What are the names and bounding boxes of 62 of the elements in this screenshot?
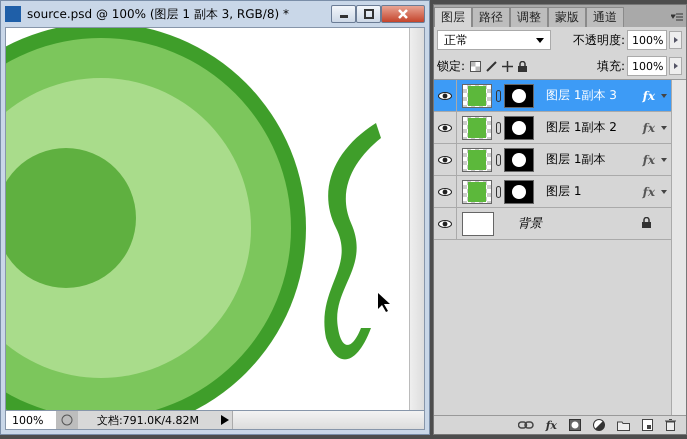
layer-name: 图层 1副本 3 [546,87,617,104]
layer-name: 图层 1 [546,183,582,200]
layer-thumbnail [462,180,492,204]
panel-tab[interactable]: 蒙版 [548,7,586,27]
horizontal-scrollbar[interactable] [232,411,424,429]
document-size: 文档:791.0K/4.82M [96,412,200,428]
panel-tab[interactable]: 路径 [472,7,510,27]
layer-thumbnail [462,116,492,140]
lock-icon[interactable] [518,60,528,72]
layer-thumbnail [462,212,494,236]
fill-field[interactable]: 100% [627,56,667,76]
layer-row[interactable]: 图层 1副本 2 fx [434,112,671,144]
layer-thumbnail [462,84,492,108]
lock-label: 锁定: [437,58,466,74]
panel-tab[interactable]: 调整 [510,7,548,27]
move-icon[interactable] [502,60,514,72]
effects-button[interactable]: fx [546,418,557,432]
opacity-field[interactable]: 100% [627,30,667,50]
zoom-level[interactable]: 100% [6,411,56,429]
link-icon[interactable] [518,421,534,429]
folder-icon[interactable] [617,420,630,430]
layer-thumbnail [462,148,492,172]
blend-mode-dropdown[interactable]: 正常 [437,30,551,50]
trash-icon[interactable] [665,419,676,431]
caret-icon [536,38,544,42]
effects-label[interactable]: fx [642,184,655,198]
maximize-icon [364,9,374,19]
fill-slider-button[interactable] [669,57,682,75]
panel-tab[interactable]: 通道 [586,7,624,27]
triangle-icon [674,63,678,69]
close-icon [397,9,409,19]
adjustment-icon[interactable] [593,419,605,431]
effects-label[interactable]: fx [642,120,655,134]
fill-label: 填充: [596,58,625,74]
triangle-icon [674,37,678,43]
layer-row[interactable]: 图层 1副本 fx [434,144,671,176]
mask-thumbnail [504,180,534,204]
layer-row[interactable]: 背景 [434,208,671,240]
maximize-button[interactable] [356,5,381,23]
window-title: source.psd @ 100% (图层 1 副本 3, RGB/8) * [27,6,289,22]
app-logo-icon [5,6,21,22]
lock-transparency-icon[interactable] [470,60,482,72]
layer-name: 图层 1副本 2 [546,119,617,136]
brush-icon[interactable] [486,60,498,72]
new-layer-icon[interactable] [642,419,653,431]
mask-icon[interactable] [569,419,581,431]
panel-tab[interactable]: 图层 [434,7,472,27]
vertical-scrollbar[interactable] [409,28,424,410]
minimize-button[interactable] [331,5,356,23]
opacity-label: 不透明度: [572,32,625,48]
close-button[interactable] [381,5,425,23]
mask-thumbnail [504,84,534,108]
layers-scrollbar[interactable] [671,80,686,415]
layer-name: 背景 [518,215,542,232]
status-icon[interactable] [56,411,78,429]
mask-thumbnail [504,148,534,172]
layer-row[interactable]: 图层 1 fx [434,176,671,208]
effects-label[interactable]: fx [642,152,655,166]
layer-name: 图层 1副本 [546,151,606,168]
opacity-slider-button[interactable] [669,31,682,49]
mask-thumbnail [504,116,534,140]
cursor-icon [378,293,390,312]
